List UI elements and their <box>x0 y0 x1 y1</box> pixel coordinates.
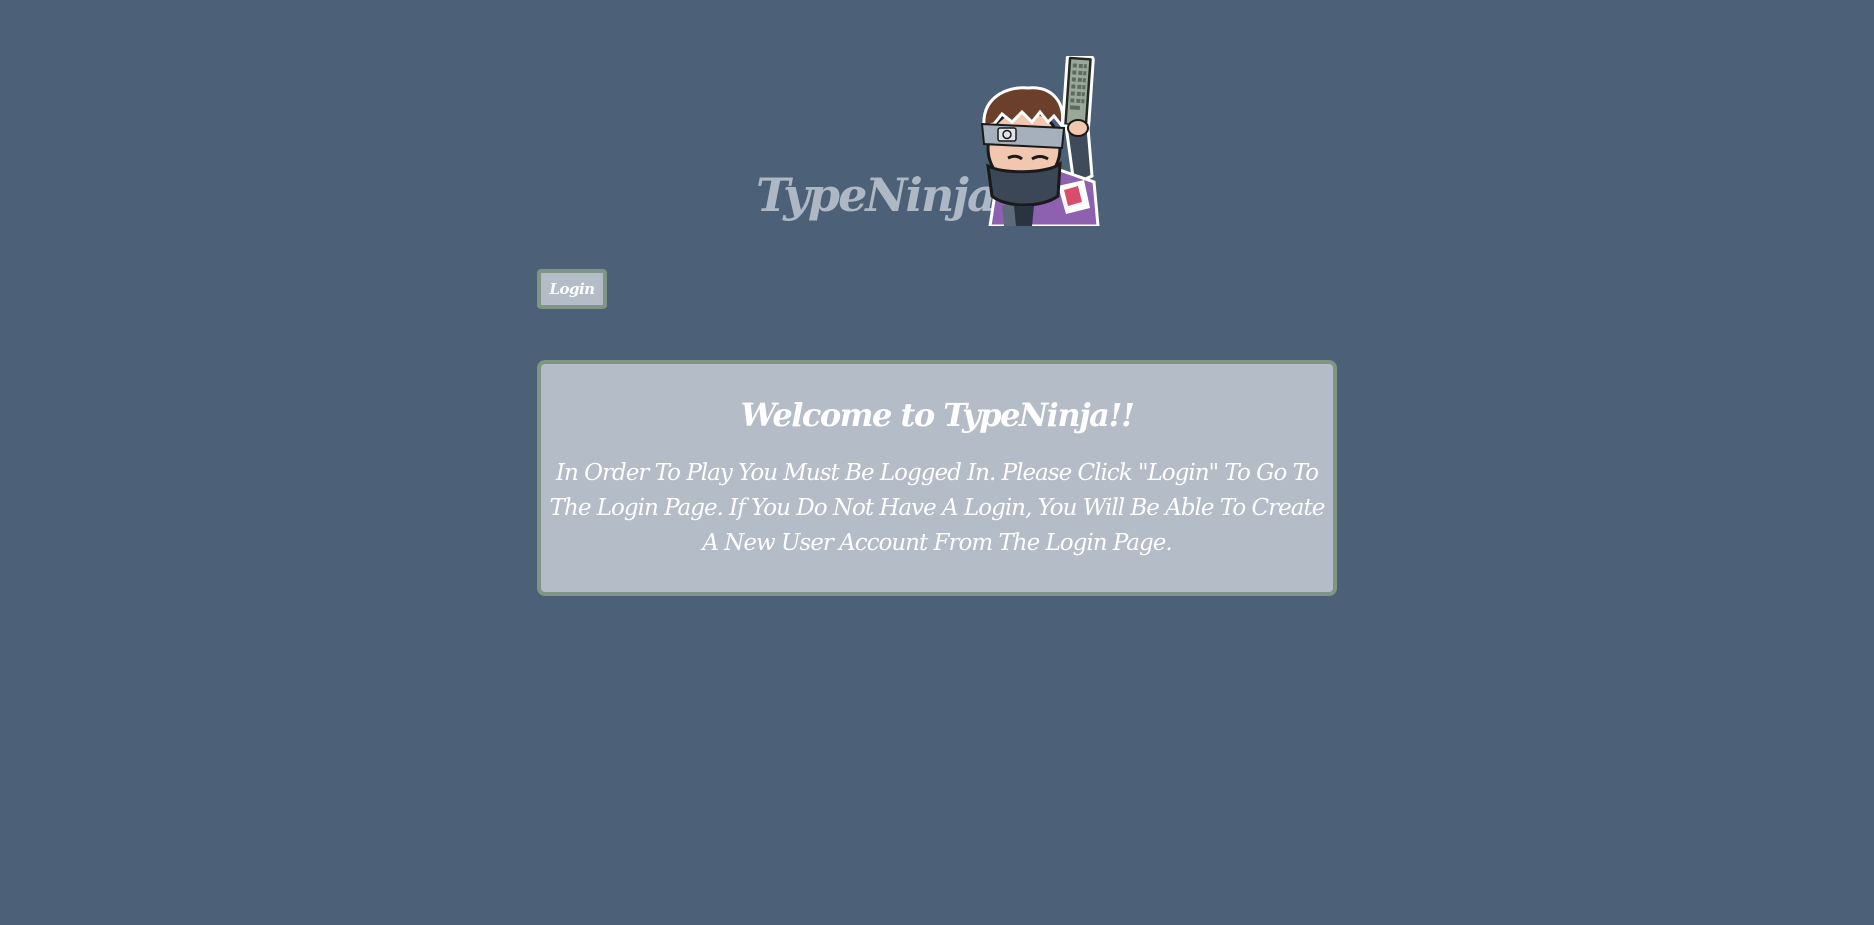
welcome-title: Welcome to TypeNinja!! <box>740 396 1136 434</box>
app-title: TypeNinja <box>756 168 997 222</box>
welcome-card: Welcome to TypeNinja!! In Order To Play … <box>537 360 1337 596</box>
login-button[interactable]: Login <box>537 269 607 309</box>
ninja-mascot-icon <box>980 56 1100 226</box>
header: TypeNinja <box>0 0 1874 240</box>
welcome-message: In Order To Play You Must Be Logged In. … <box>549 460 1326 557</box>
